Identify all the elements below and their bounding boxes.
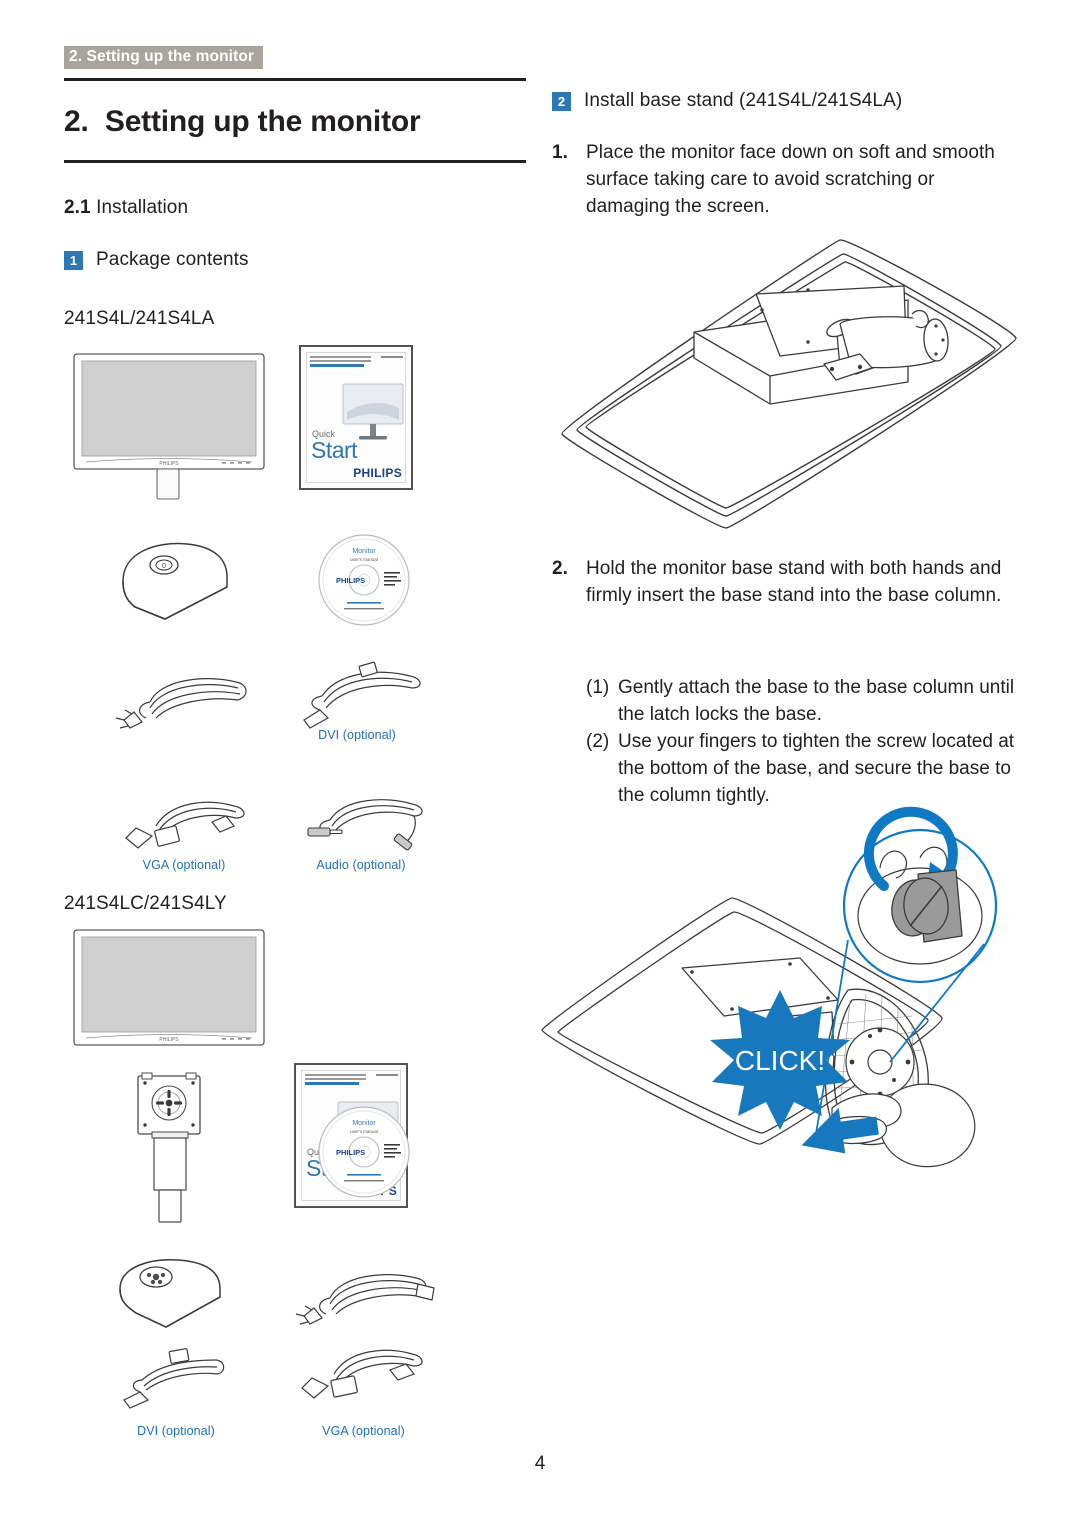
instruction-step-1: 1. Place the monitor face down on soft a… [552,140,1020,221]
instruction-step-2: 2. Hold the monitor base stand with both… [552,556,1020,610]
install-base-stand-label: Install base stand (241S4L/241S4LA) [584,90,903,111]
section-heading: 2.1 Installation [64,163,526,219]
monitor-front-illustration: PHILIPS [72,352,277,512]
audio-cable-illustration [294,786,434,858]
monitor-face-down-illustration [540,228,1040,558]
dvi-cable-illustration-1 [282,658,432,736]
vesa-stand-column-illustration [118,1072,238,1227]
substep-2-text: Use your fingers to tighten the screw lo… [618,730,1015,806]
step-1-number: 1. [552,141,568,163]
monitor-front-illustration-2: PHILIPS [72,928,277,1063]
page-title: 2. Setting up the monitor [64,105,421,138]
running-header: 2. Setting up the monitor [64,46,264,70]
caption-audio-optional: Audio (optional) [316,858,406,872]
svg-text:PHILIPS: PHILIPS [336,1148,365,1157]
base-stand-illustration-2 [108,1255,248,1345]
booklet-header-text [310,356,376,367]
booklet-start-word: Start [311,437,358,463]
section-number: 2.1 [64,197,91,218]
svg-text:Monitor: Monitor [352,548,376,555]
caption-vga-optional-2: VGA (optional) [322,1424,405,1438]
substep-2: (2) Use your fingers to tighten the scre… [586,729,1020,810]
base-attach-illustration: CLICK! [532,806,1032,1170]
install-base-stand-heading: 2 Install base stand (241S4L/241S4LA) [552,88,1020,114]
page-number: 4 [534,1453,546,1474]
power-cable-illustration-2 [292,1258,442,1330]
booklet-model-code-2 [376,1074,398,1076]
step-2-text: Hold the monitor base stand with both ha… [586,558,1002,606]
click-badge-label: CLICK! [735,1045,825,1076]
step-chip-1: 1 [64,251,83,270]
svg-text:Monitor: Monitor [352,1120,376,1127]
booklet-monitor-picture [342,383,404,440]
instruction-substeps: (1) Gently attach the base to the base c… [552,675,1020,810]
model-label-group-1: 241S4L/241S4LA [64,308,215,329]
section-title: Installation [96,197,189,218]
svg-text:user's manual: user's manual [350,557,378,562]
booklet-philips-logo: PHILIPS [353,466,402,480]
booklet-model-code [381,356,403,358]
caption-dvi-optional-2: DVI (optional) [137,1424,215,1438]
svg-text:PHILIPS: PHILIPS [159,1037,179,1043]
substep-2-number: (2) [586,730,610,752]
vga-cable-illustration-2 [290,1338,440,1416]
power-cable-illustration [112,662,262,734]
dvi-cable-illustration-2 [104,1348,254,1410]
vga-cable-illustration-1 [112,786,262,858]
step-2-number: 2. [552,558,568,579]
booklet-header-text-2 [305,1074,371,1085]
step-chip-2: 2 [552,92,571,111]
caption-vga-optional-1: VGA (optional) [142,858,226,872]
caption-dvi-optional-1: DVI (optional) [318,728,396,742]
substep-1-number: (1) [586,677,610,698]
substep-1-text: Gently attach the base to the base colum… [618,677,1015,725]
step-1-text: Place the monitor face down on soft and … [586,141,995,217]
svg-text:PHILIPS: PHILIPS [159,461,179,467]
package-contents-label: Package contents [96,249,249,270]
svg-text:PHILIPS: PHILIPS [336,576,365,585]
model-label-group-2: 241S4LC/241S4LY [64,893,227,914]
cd-disc-illustration: Monitor user's manual PHILIPS [312,528,416,632]
substep-1: (1) Gently attach the base to the base c… [586,675,1020,729]
cd-disc-illustration-2: Monitor user's manual PHILIPS [312,1100,416,1204]
svg-text:user's manual: user's manual [350,1129,378,1134]
base-stand-illustration: 0 [105,535,265,640]
package-contents-heading: 1 Package contents [64,247,526,273]
quick-start-guide-illustration: Quick Start PHILIPS [299,345,413,490]
svg-text:0: 0 [162,563,166,570]
